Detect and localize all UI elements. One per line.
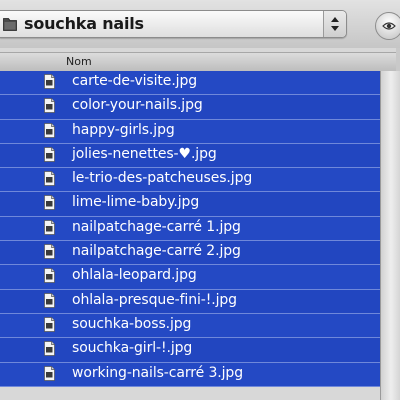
list-item[interactable]: ohlala-leopard.jpg	[0, 265, 380, 290]
document-icon	[44, 292, 55, 308]
toolbar: souchka nails	[0, 0, 400, 48]
file-name: souchka-boss.jpg	[72, 315, 192, 332]
column-header-name[interactable]: Nom	[0, 52, 396, 72]
file-name: ohlala-presque-fini-!.jpg	[72, 291, 237, 308]
scrollbar[interactable]	[380, 71, 400, 400]
list-item[interactable]: jolies-nenettes-♥.jpg	[0, 143, 380, 169]
folder-popup-button[interactable]: souchka nails	[0, 10, 347, 38]
document-icon	[44, 122, 55, 138]
document-icon	[44, 317, 55, 332]
document-icon	[44, 74, 55, 89]
up-down-arrows-icon[interactable]	[323, 11, 346, 37]
eye-button[interactable]	[375, 12, 400, 40]
document-icon	[44, 268, 55, 284]
file-name: le-trio-des-patcheuses.jpg	[72, 170, 253, 187]
document-icon	[44, 195, 55, 211]
list-item[interactable]: carte-de-visite.jpg	[0, 71, 380, 96]
file-name: ohlala-leopard.jpg	[72, 267, 197, 284]
file-name: working-nails-carré 3.jpg	[72, 364, 243, 381]
document-icon	[44, 244, 55, 259]
file-name: lime-lime-baby.jpg	[72, 194, 200, 211]
list-item[interactable]: le-trio-des-patcheuses.jpg	[0, 168, 380, 193]
folder-name: souchka nails	[24, 14, 144, 33]
file-name: color-your-nails.jpg	[72, 97, 203, 114]
file-list: carte-de-visite.jpg color-your-nails.jpg h…	[0, 71, 380, 387]
document-icon	[44, 341, 55, 357]
list-item[interactable]: nailpatchage-carré 1.jpg	[0, 216, 380, 242]
file-list-pane: Nom carte-de-visite.jpg color-your-nails.…	[0, 48, 396, 400]
file-name: happy-girls.jpg	[72, 121, 175, 138]
list-item[interactable]: nailpatchage-carré 2.jpg	[0, 241, 380, 266]
list-item[interactable]: lime-lime-baby.jpg	[0, 192, 380, 217]
document-icon	[44, 365, 55, 381]
list-item[interactable]: working-nails-carré 3.jpg	[0, 362, 380, 387]
list-item[interactable]: happy-girls.jpg	[0, 119, 380, 144]
document-icon	[44, 219, 55, 235]
document-icon	[44, 147, 55, 162]
document-icon	[44, 98, 55, 114]
column-header-label: Nom	[66, 55, 92, 68]
file-name: carte-de-visite.jpg	[72, 73, 198, 89]
list-item[interactable]: color-your-nails.jpg	[0, 95, 380, 120]
file-name: souchka-girl-!.jpg	[72, 340, 193, 357]
list-item[interactable]: souchka-boss.jpg	[0, 313, 380, 339]
file-name: jolies-nenettes-♥.jpg	[72, 145, 217, 162]
file-name: nailpatchage-carré 1.jpg	[72, 218, 241, 235]
list-item[interactable]: ohlala-presque-fini-!.jpg	[0, 289, 380, 314]
document-icon	[44, 171, 55, 187]
folder-icon	[3, 16, 17, 31]
file-name: nailpatchage-carré 2.jpg	[72, 243, 241, 260]
list-item[interactable]: souchka-girl-!.jpg	[0, 338, 380, 363]
